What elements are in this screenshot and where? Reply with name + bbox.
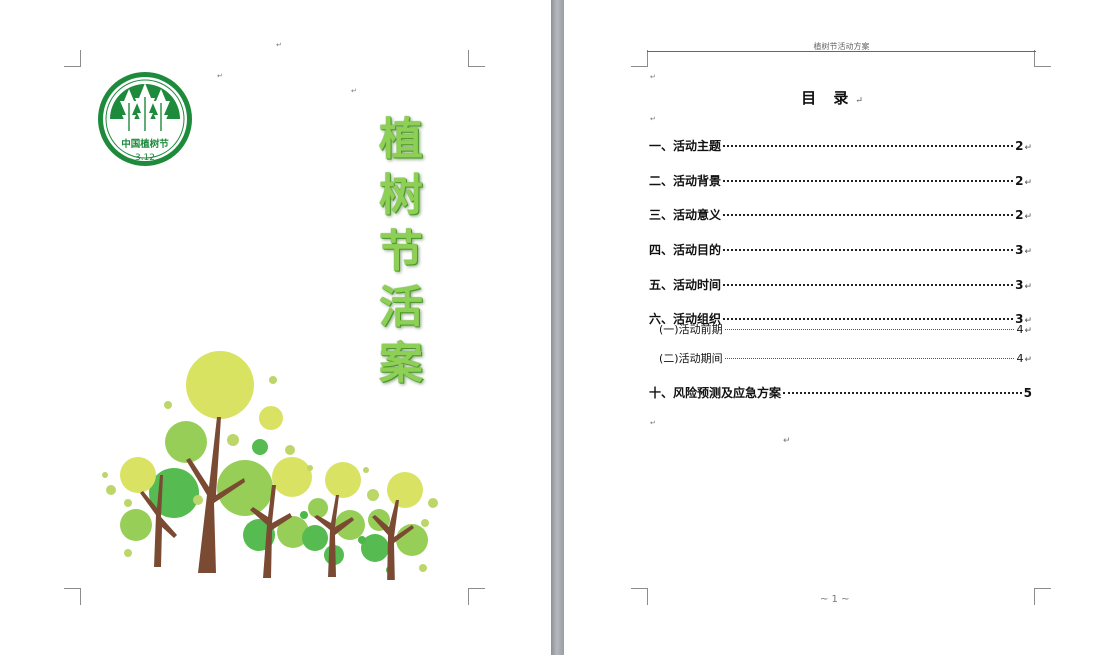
toc-entry-label: (二)活动期间 <box>659 352 723 365</box>
toc-entry-label: 五、活动时间 <box>649 278 722 292</box>
toc-entry[interactable]: 五、活动时间 3 ↵ <box>649 276 1032 293</box>
toc-subentry[interactable]: (一)活动前期 4 ↵ <box>659 321 1032 337</box>
toc-entry-page: 2 <box>1015 139 1024 153</box>
paragraph-mark: ↵ <box>1024 178 1032 188</box>
tree-festival-logo: 中国植树节 3.12 <box>98 72 192 166</box>
crop-mark <box>468 588 485 605</box>
paragraph-mark: ↵ <box>351 87 357 95</box>
toc-entry-label: 一、活动主题 <box>649 139 722 153</box>
toc-leader-dots <box>723 249 1014 251</box>
toc-entry[interactable]: 一、活动主题 2 ↵ <box>649 137 1032 154</box>
toc-heading: 目 录↵ <box>600 87 1070 108</box>
toc-entry-page: 3 <box>1015 243 1024 257</box>
toc-heading-text: 目 录 <box>801 89 855 107</box>
crop-mark <box>1034 588 1051 605</box>
toc-leader-dots <box>783 392 1022 394</box>
crop-mark <box>631 588 648 605</box>
crop-mark <box>64 588 81 605</box>
toc-entry-label: 四、活动目的 <box>649 243 722 257</box>
toc-entry[interactable]: 二、活动背景 2 ↵ <box>649 172 1032 189</box>
toc-leader-dots <box>724 358 1015 359</box>
paragraph-mark: ↵ <box>650 115 656 123</box>
tree-illustration <box>102 351 438 580</box>
toc-leader-dots <box>724 329 1015 330</box>
toc-entry[interactable]: 三、活动意义 2 ↵ <box>649 206 1032 223</box>
toc-entry-label: 十、风险预测及应急方案 <box>649 386 782 400</box>
paragraph-mark: ↵ <box>217 72 223 80</box>
toc-entry-page: 2 <box>1015 174 1024 188</box>
crop-mark <box>1034 50 1051 67</box>
crop-mark <box>468 50 485 67</box>
crop-mark <box>64 50 81 67</box>
logo-name: 中国植树节 <box>121 138 169 150</box>
paragraph-mark: ↵ <box>1024 212 1032 222</box>
cover-title-char: 节 <box>379 226 423 277</box>
toc-leader-dots <box>723 180 1014 182</box>
toc-leader-dots <box>723 318 1014 320</box>
paragraph-mark: ↵ <box>1024 282 1032 292</box>
toc-entry-page: 3 <box>1015 278 1024 292</box>
toc-entry-label: (一)活动前期 <box>659 323 723 336</box>
paragraph-mark: ↵ <box>855 96 869 106</box>
toc-entry-page: 5 <box>1023 386 1032 400</box>
toc-entry-page: 2 <box>1015 208 1024 222</box>
toc-subentry[interactable]: (二)活动期间 4 ↵ <box>659 350 1032 366</box>
toc-entry[interactable]: 十、风险预测及应急方案 5 <box>649 384 1032 401</box>
page-gutter <box>551 0 564 655</box>
paragraph-mark: ↵ <box>1024 247 1032 257</box>
cover-title-char: 树 <box>379 170 423 221</box>
paragraph-mark: ↵ <box>650 73 656 81</box>
cover-title-char: 活 <box>379 282 423 333</box>
paragraph-mark: ↵ <box>783 436 791 446</box>
toc-entry-page: 4 <box>1016 352 1024 365</box>
paragraph-mark: ↵ <box>1024 143 1032 153</box>
paragraph-mark: ↵ <box>650 419 656 427</box>
cover-title-char: 植 <box>379 114 423 165</box>
toc-leader-dots <box>723 284 1014 286</box>
header-divider <box>647 51 1036 52</box>
paragraph-mark: ↵ <box>1024 326 1032 336</box>
toc-entry-label: 三、活动意义 <box>649 208 722 222</box>
logo-date: 3.12 <box>135 153 155 163</box>
page-number: ~ 1 ~ <box>820 594 850 605</box>
toc-entry[interactable]: 四、活动目的 3 ↵ <box>649 241 1032 258</box>
toc-entry-label: 二、活动背景 <box>649 174 722 188</box>
paragraph-mark: ↵ <box>276 41 282 49</box>
crop-mark <box>631 50 648 67</box>
paragraph-mark: ↵ <box>1024 355 1032 365</box>
toc-leader-dots <box>723 214 1014 216</box>
toc-leader-dots <box>723 145 1014 147</box>
toc-entry-page: 4 <box>1016 323 1024 336</box>
